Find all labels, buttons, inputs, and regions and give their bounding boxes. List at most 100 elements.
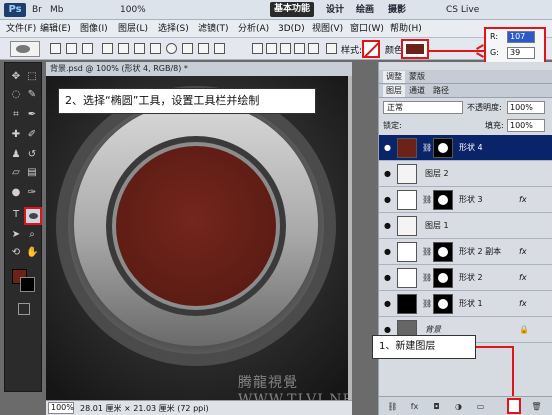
add-to-shape-icon[interactable] xyxy=(266,43,277,54)
paths-icon[interactable] xyxy=(66,43,77,54)
adjustment-layer-icon[interactable]: ◑ xyxy=(453,401,464,412)
add-mask-icon[interactable]: ◘ xyxy=(431,401,442,412)
vector-mask-thumbnail[interactable] xyxy=(433,294,453,314)
menu-select[interactable]: 选择(S) xyxy=(158,22,189,36)
menu-window[interactable]: 窗口(W) xyxy=(350,22,384,36)
menu-file[interactable]: 文件(F) xyxy=(6,22,36,36)
visibility-eye-icon[interactable]: ● xyxy=(383,169,392,178)
ellipse-tool-button[interactable] xyxy=(24,207,42,225)
color-picker[interactable] xyxy=(401,39,429,59)
healing-brush-icon[interactable]: ✚ xyxy=(10,129,22,141)
workspace-painting-button[interactable]: 绘画 xyxy=(356,3,374,17)
workspace-design-button[interactable]: 设计 xyxy=(326,3,344,17)
crop-icon[interactable]: ⌗ xyxy=(10,109,22,121)
rounded-rectangle-icon[interactable] xyxy=(150,43,161,54)
brush-icon[interactable]: ✐ xyxy=(26,129,38,141)
cs-live-button[interactable]: CS Live xyxy=(446,3,479,17)
marquee-icon[interactable]: ⬚ xyxy=(26,71,38,83)
quick-select-icon[interactable]: ✎ xyxy=(26,89,38,101)
visibility-eye-icon[interactable]: ● xyxy=(383,195,392,204)
pen-icon[interactable] xyxy=(102,43,113,54)
add-style-icon[interactable]: fx xyxy=(409,401,420,412)
type-icon[interactable]: T xyxy=(10,209,22,221)
clone-stamp-icon[interactable]: ♟ xyxy=(10,149,22,161)
zoom-field[interactable]: 100% xyxy=(48,402,74,414)
background-color[interactable] xyxy=(20,277,35,292)
bridge-button[interactable]: Br xyxy=(32,3,42,17)
menu-3d[interactable]: 3D(D) xyxy=(278,22,305,36)
layer-effects-icon[interactable]: fx xyxy=(519,194,527,206)
shape-layers-icon[interactable] xyxy=(50,43,61,54)
tool-preset-picker[interactable] xyxy=(10,41,40,57)
quick-mask-icon[interactable] xyxy=(18,303,30,315)
menu-layer[interactable]: 图层(L) xyxy=(118,22,148,36)
visibility-eye-icon[interactable]: ● xyxy=(383,221,392,230)
vector-mask-thumbnail[interactable] xyxy=(433,138,453,158)
gradient-icon[interactable]: ▤ xyxy=(26,167,38,179)
zoom-level-select[interactable]: 100% xyxy=(120,3,146,17)
layer-effects-icon[interactable]: fx xyxy=(519,298,527,310)
link-icon[interactable] xyxy=(326,43,337,54)
create-new-shape-layer-icon[interactable] xyxy=(252,43,263,54)
vector-mask-thumbnail[interactable] xyxy=(433,268,453,288)
eraser-icon[interactable]: ▱ xyxy=(10,167,22,179)
layer-row[interactable]: ● 图层 2 xyxy=(379,161,552,187)
lasso-icon[interactable]: ◌ xyxy=(10,89,22,101)
layer-row[interactable]: ● ⛓ 形状 1 fx xyxy=(379,291,552,317)
visibility-eye-icon[interactable]: ● xyxy=(383,273,392,282)
visibility-eye-icon[interactable]: ● xyxy=(383,143,392,152)
hand-icon[interactable]: ✋ xyxy=(26,247,38,259)
ellipse-tool-icon[interactable] xyxy=(166,43,177,54)
rectangle-icon[interactable] xyxy=(134,43,145,54)
menu-analysis[interactable]: 分析(A) xyxy=(238,22,269,36)
eyedropper-icon[interactable]: ✒ xyxy=(26,109,38,121)
menu-filter[interactable]: 滤镜(T) xyxy=(198,22,229,36)
path-selection-icon[interactable]: ➤ xyxy=(10,229,22,241)
move-icon[interactable]: ✥ xyxy=(10,71,22,83)
link-layers-icon[interactable]: ⛓ xyxy=(387,401,398,412)
visibility-eye-icon[interactable]: ● xyxy=(383,325,392,334)
freeform-pen-icon[interactable] xyxy=(118,43,129,54)
fill-field[interactable]: 100% xyxy=(507,119,545,132)
menu-image[interactable]: 图像(I) xyxy=(80,22,108,36)
layer-row[interactable]: ● ⛓ 形状 2 副本 fx xyxy=(379,239,552,265)
layer-row[interactable]: ● ⛓ 形状 3 fx xyxy=(379,187,552,213)
r-value-field[interactable]: 107 xyxy=(507,31,535,43)
subtract-shape-icon[interactable] xyxy=(280,43,291,54)
visibility-eye-icon[interactable]: ● xyxy=(383,299,392,308)
fill-pixels-icon[interactable] xyxy=(82,43,93,54)
layer-effects-icon[interactable]: fx xyxy=(519,246,527,258)
exclude-shape-icon[interactable] xyxy=(308,43,319,54)
3d-rotate-icon[interactable]: ⟲ xyxy=(10,247,22,259)
tab-channels[interactable]: 通道 xyxy=(409,85,425,97)
layer-row[interactable]: ● 图层 1 xyxy=(379,213,552,239)
menu-help[interactable]: 帮助(H) xyxy=(390,22,422,36)
dodge-icon[interactable]: ● xyxy=(10,187,22,199)
blend-mode-select[interactable]: 正常 xyxy=(383,101,463,114)
tab-masks[interactable]: 蒙版 xyxy=(409,71,425,83)
tab-layers[interactable]: 图层 xyxy=(383,85,405,97)
trash-icon[interactable]: 🗑 xyxy=(531,401,542,412)
workspace-essentials-button[interactable]: 基本功能 xyxy=(270,2,314,17)
workspace-photography-button[interactable]: 摄影 xyxy=(388,3,406,17)
menu-edit[interactable]: 编辑(E) xyxy=(40,22,71,36)
line-icon[interactable] xyxy=(198,43,209,54)
visibility-eye-icon[interactable]: ● xyxy=(383,247,392,256)
vector-mask-thumbnail[interactable] xyxy=(433,242,453,262)
zoom-tool-icon[interactable]: ⌕ xyxy=(26,229,38,241)
new-layer-button[interactable] xyxy=(507,398,521,414)
polygon-icon[interactable] xyxy=(182,43,193,54)
vector-mask-thumbnail[interactable] xyxy=(433,190,453,210)
pen-tool-icon[interactable]: ✑ xyxy=(26,187,38,199)
mini-bridge-button[interactable]: Mb xyxy=(50,3,63,17)
document-tab[interactable]: 背景.psd @ 100% (形状 4, RGB/8) * xyxy=(46,62,352,76)
new-group-icon[interactable]: ▭ xyxy=(475,401,486,412)
layer-effects-icon[interactable]: fx xyxy=(519,272,527,284)
menu-view[interactable]: 视图(V) xyxy=(312,22,343,36)
intersect-shape-icon[interactable] xyxy=(294,43,305,54)
style-picker[interactable] xyxy=(362,40,380,58)
opacity-field[interactable]: 100% xyxy=(507,101,545,114)
layer-row[interactable]: ● ⛓ 形状 4 xyxy=(379,135,552,161)
custom-shape-icon[interactable] xyxy=(214,43,225,54)
vertical-scrollbar[interactable] xyxy=(348,76,352,400)
